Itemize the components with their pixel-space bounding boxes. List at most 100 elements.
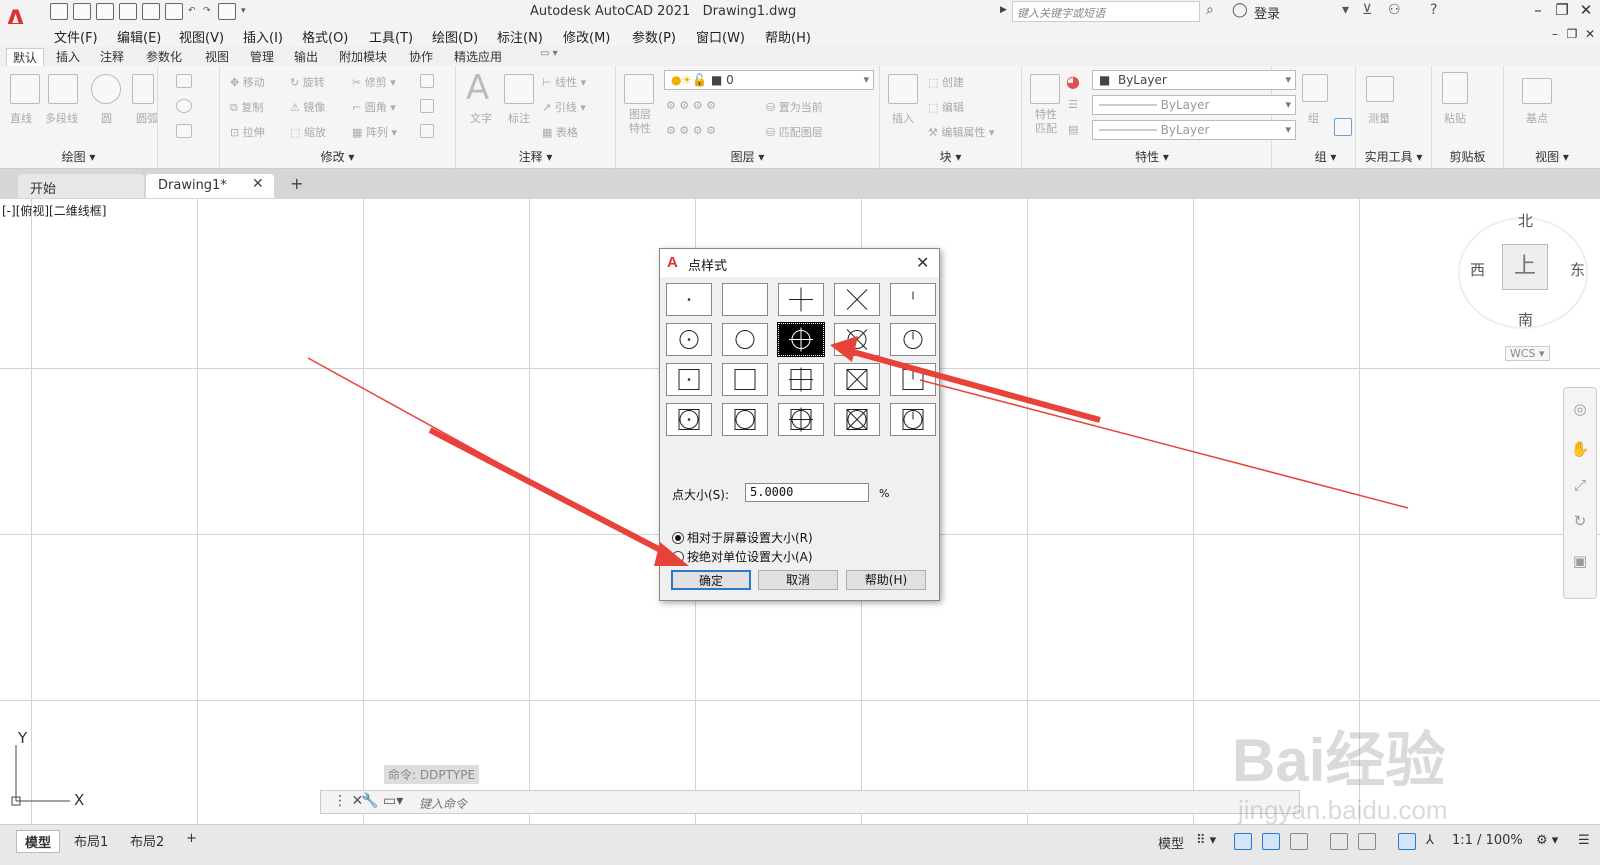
tab-default[interactable]: 默认	[6, 48, 45, 66]
panel-title-utilities[interactable]: 实用工具 ▾	[1356, 148, 1431, 165]
point-style-option-18[interactable]	[778, 403, 824, 436]
tool-insert[interactable]: 插入	[892, 110, 914, 126]
tool-group[interactable]: 组	[1308, 110, 1319, 126]
radio-relative-size[interactable]: 相对于屏幕设置大小(R)	[672, 529, 813, 546]
doc-restore-button[interactable]: ❐	[1562, 27, 1582, 41]
lineweight-dropdown[interactable]: ──────── ByLayer	[1092, 95, 1296, 115]
match-properties-icon[interactable]	[1030, 74, 1060, 104]
tool-edit-block[interactable]: ⬚ 编辑	[928, 99, 964, 115]
rectangle-icon[interactable]	[176, 74, 192, 88]
circle-icon[interactable]	[91, 74, 121, 104]
lineweight-display-icon[interactable]	[1330, 833, 1348, 850]
tab-annotate[interactable]: 注释	[94, 48, 130, 65]
tab-insert[interactable]: 插入	[50, 48, 86, 65]
isodraft-icon[interactable]	[1290, 833, 1308, 850]
tab-view[interactable]: 视图	[199, 48, 235, 65]
ribbon-options-icon[interactable]: ▭ ▾	[534, 48, 564, 59]
close-tab-icon[interactable]: ✕	[252, 176, 264, 192]
compass-east[interactable]: 东	[1570, 259, 1585, 280]
tool-table[interactable]: ▦ 表格	[542, 124, 578, 140]
orbit-icon[interactable]: ↻	[1570, 512, 1590, 532]
tool-arc[interactable]: 圆弧	[136, 110, 158, 126]
point-style-option-5[interactable]	[890, 283, 936, 316]
layout-tab-2[interactable]: 布局2	[122, 830, 172, 851]
paste-icon[interactable]	[1442, 72, 1468, 104]
hatch-icon[interactable]	[176, 124, 192, 138]
point-size-input[interactable]: 5.0000	[745, 483, 869, 502]
tool-mirror[interactable]: ⚠ 镜像	[290, 99, 325, 115]
group-icon[interactable]	[1302, 74, 1328, 102]
layer-dropdown[interactable]: ●☀🔓 ■ 0	[664, 70, 874, 90]
help-icon[interactable]: ?	[1430, 2, 1437, 18]
add-layout-icon[interactable]: +	[178, 830, 205, 847]
polar-tracking-icon[interactable]	[1262, 833, 1280, 850]
tool-line[interactable]: 直线	[10, 110, 32, 126]
menu-tools[interactable]: 工具(T)	[369, 27, 413, 46]
minimize-window-button[interactable]: –	[1528, 1, 1548, 19]
point-style-option-12[interactable]	[722, 363, 768, 396]
point-style-option-6[interactable]	[666, 323, 712, 356]
panel-title-clipboard[interactable]: 剪贴板	[1432, 148, 1503, 165]
point-style-option-15[interactable]	[890, 363, 936, 396]
tool-scale[interactable]: ⬚ 缩放	[290, 124, 326, 140]
tool-fillet[interactable]: ⌐ 圆角 ▾	[352, 99, 396, 115]
base-point-icon[interactable]	[1522, 78, 1552, 104]
point-style-option-7[interactable]	[722, 323, 768, 356]
tool-dimension[interactable]: 标注	[508, 110, 530, 126]
tool-rotate[interactable]: ↻ 旋转	[290, 74, 325, 90]
tool-edit-attributes[interactable]: ⚒ 编辑属性 ▾	[928, 124, 994, 140]
color-wheel-icon[interactable]: ◕	[1066, 72, 1080, 91]
tab-manage[interactable]: 管理	[244, 48, 280, 65]
close-command-icon[interactable]: ⋮ ✕	[333, 793, 363, 809]
menu-modify[interactable]: 修改(M)	[563, 27, 610, 46]
panel-title-groups[interactable]: 组 ▾	[1296, 148, 1355, 165]
erase-icon[interactable]	[420, 74, 434, 88]
tool-linear[interactable]: ⊢ 线性 ▾	[542, 74, 586, 90]
login-link[interactable]: 登录	[1254, 3, 1280, 22]
point-style-option-13[interactable]	[778, 363, 824, 396]
pan-icon[interactable]: ✋	[1570, 440, 1590, 460]
panel-title-block[interactable]: 块 ▾	[880, 148, 1021, 165]
zoom-extents-icon[interactable]: ⤢	[1570, 476, 1590, 496]
plot-icon[interactable]	[218, 3, 236, 20]
panel-title-modify[interactable]: 修改 ▾	[220, 148, 455, 165]
panel-title-annotation[interactable]: 注释 ▾	[456, 148, 615, 165]
insert-block-icon[interactable]	[888, 74, 918, 104]
compass-north[interactable]: 北	[1518, 210, 1533, 231]
layer-tools-row1[interactable]: ⚙ ⚙ ⚙ ⚙	[666, 99, 716, 112]
tool-set-current[interactable]: ⛁ 置为当前	[766, 99, 823, 115]
annotation-scale-icon[interactable]: ⅄	[1426, 833, 1434, 848]
customize-dropdown-icon[interactable]: ▾	[241, 3, 251, 20]
dialog-close-icon[interactable]: ✕	[916, 253, 929, 272]
panel-title-properties[interactable]: 特性 ▾	[1022, 148, 1282, 165]
point-style-option-4[interactable]	[834, 283, 880, 316]
tool-match-properties[interactable]: 特性匹配	[1034, 108, 1058, 136]
point-style-option-3[interactable]	[778, 283, 824, 316]
point-style-option-14[interactable]	[834, 363, 880, 396]
new-file-icon[interactable]	[50, 3, 68, 20]
tool-layer-properties[interactable]: 图层特性	[628, 108, 652, 136]
point-style-option-19[interactable]	[834, 403, 880, 436]
point-style-option-10[interactable]	[890, 323, 936, 356]
point-style-option-2[interactable]	[722, 283, 768, 316]
redo-icon[interactable]: ↷	[203, 3, 213, 20]
menu-file[interactable]: 文件(F)	[54, 27, 98, 46]
annotation-scale[interactable]: 1:1 / 100%	[1452, 833, 1523, 848]
workspace-gear-icon[interactable]: ⚙ ▾	[1536, 833, 1558, 848]
point-style-option-16[interactable]	[666, 403, 712, 436]
tool-text[interactable]: 文字	[470, 110, 492, 126]
undo-icon[interactable]: ↶	[188, 3, 198, 20]
help-button[interactable]: 帮助(H)	[846, 570, 926, 590]
viewport-controls-label[interactable]: [-][俯视][二维线框]	[2, 202, 106, 219]
tab-start[interactable]: 开始	[18, 174, 144, 198]
a360-icon[interactable]: ⚇	[1388, 2, 1401, 18]
linetype-dropdown[interactable]: ──────── ByLayer	[1092, 120, 1296, 140]
tool-paste[interactable]: 粘贴	[1444, 110, 1466, 126]
showmotion-icon[interactable]: ▣	[1570, 552, 1590, 572]
point-style-option-9[interactable]	[834, 323, 880, 356]
search-expand-icon[interactable]: ▶	[1000, 5, 1007, 15]
steering-wheel-icon[interactable]: ◎	[1570, 400, 1590, 420]
tool-stretch[interactable]: ⊡ 拉伸	[230, 124, 265, 140]
login-dropdown-icon[interactable]: ▾	[1342, 2, 1349, 18]
radio-absolute-dot[interactable]	[672, 551, 684, 563]
